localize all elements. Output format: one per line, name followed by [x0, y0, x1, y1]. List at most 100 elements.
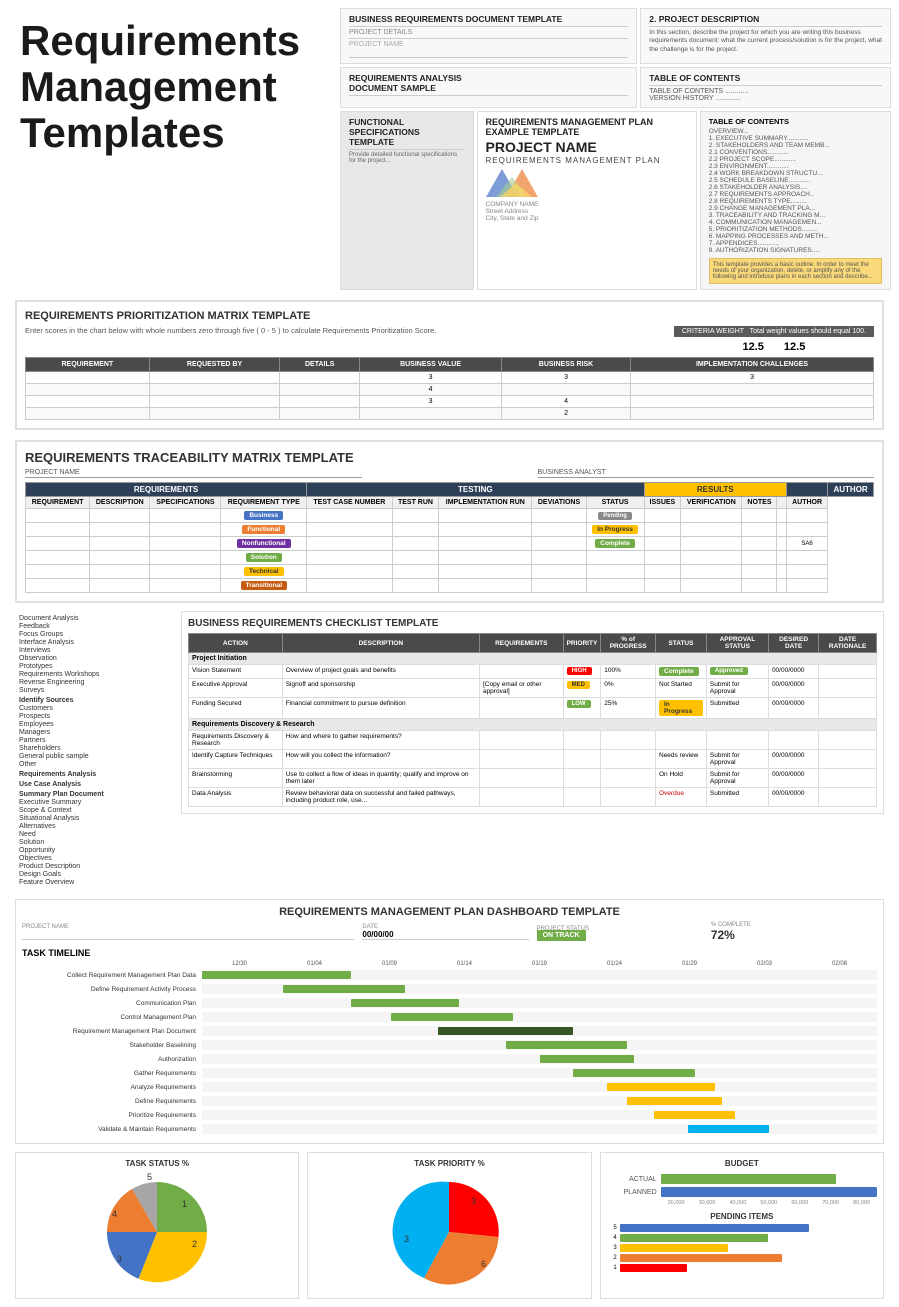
action-approval: Executive Approval: [189, 679, 283, 698]
rmp-toc-item-1: OVERVIEW...: [709, 128, 882, 135]
task-priority-title: TASK PRIORITY %: [314, 1159, 584, 1168]
badge-nonfunctional: Nonfunctional: [237, 539, 291, 548]
rmp-toc-item-8: 2.5 SCHEDULE BASELINE............: [709, 177, 882, 184]
top-area: Requirements Management Templates BUSINE…: [0, 0, 899, 290]
gantt-row-7: Authorization: [22, 1053, 877, 1065]
sidebar-item-focus-groups: Focus Groups: [19, 631, 176, 638]
table-row: Brainstorming Use to collect a flow of i…: [189, 769, 877, 788]
gantt-dates: 12/30 01/04 01/09 01/14 01/19 01/24 01/2…: [202, 961, 877, 967]
gantt-row-1: Collect Requirement Management Plan Data: [22, 969, 877, 981]
rmp-toc-item-15: 5. PRIORITIZATION METHODS.........: [709, 226, 882, 233]
traceability-header: PROJECT NAME BUSINESS ANALYST: [25, 469, 874, 478]
title-area: Requirements Management Templates: [0, 0, 340, 290]
sidebar-customers: Customers: [19, 705, 176, 712]
col-deviations: DEVIATIONS: [532, 497, 586, 509]
sidebar-use-case: Use Case Analysis: [19, 781, 176, 788]
col-approval: APPROVAL STATUS: [706, 634, 768, 653]
sidebar-item-interface: Interface Analysis: [19, 639, 176, 646]
col-desc: DESCRIPTION: [90, 497, 150, 509]
rmp-address: Street Address: [486, 208, 688, 215]
sidebar-column: Document Analysis Feedback Focus Groups …: [15, 611, 175, 891]
func-spec-body: Provide detailed functional specificatio…: [349, 152, 465, 164]
sidebar-employees: Employees: [19, 721, 176, 728]
sidebar-feature-overview: Feature Overview: [19, 879, 176, 886]
toc-item1: TABLE OF CONTENTS ............: [649, 88, 882, 95]
gantt-row-8: Gather Requirements: [22, 1067, 877, 1079]
project-desc-card: 2. PROJECT DESCRIPTION In this section, …: [640, 8, 891, 64]
gantt-row-5: Requirement Management Plan Document: [22, 1025, 877, 1037]
rad-title: REQUIREMENTS ANALYSIS DOCUMENT SAMPLE: [349, 73, 628, 96]
dash-date: DATE 00/00/00: [362, 924, 528, 940]
table-row: Transitional: [26, 579, 874, 593]
rmp-toc-item-6: 2.3 ENVIRONMENT............: [709, 163, 882, 170]
sidebar-exec-summary: Executive Summary: [19, 799, 176, 806]
col-rationale: DATE RATIONALE: [819, 634, 877, 653]
priority-label-6: 6: [481, 1259, 486, 1269]
col-action: ACTION: [189, 634, 283, 653]
group-discovery: Requirements Discovery & Research: [189, 719, 877, 731]
dash-complete: % COMPLETE 72%: [711, 922, 877, 942]
rmp-toc-item-16: 6. MAPPING PROCESSES AND METH...: [709, 233, 882, 240]
project-desc-body: In this section, describe the project fo…: [649, 29, 882, 54]
priority-low: LOW: [567, 700, 591, 708]
dashboard-title: REQUIREMENTS MANAGEMENT PLAN DASHBOARD T…: [22, 906, 877, 918]
checklist-section: BUSINESS REQUIREMENTS CHECKLIST TEMPLATE…: [181, 611, 884, 814]
matrix-section: REQUIREMENTS PRIORITIZATION MATRIX TEMPL…: [15, 300, 884, 430]
gantt-row-3: Communication Plan: [22, 997, 877, 1009]
table-row: Nonfunctional Complete SA6: [26, 537, 874, 551]
sidebar-alternatives: Alternatives: [19, 823, 176, 830]
docs-row2: REQUIREMENTS ANALYSIS DOCUMENT SAMPLE TA…: [340, 67, 891, 108]
docs-row1: BUSINESS REQUIREMENTS DOCUMENT TEMPLATE …: [340, 8, 891, 64]
col-verification: VERIFICATION: [681, 497, 742, 509]
brd-field: PROJECT NAME: [349, 41, 628, 48]
project-desc-title: 2. PROJECT DESCRIPTION: [649, 14, 882, 27]
sidebar-situational: Situational Analysis: [19, 815, 176, 822]
task-status-title: TASK STATUS %: [22, 1159, 292, 1168]
table-row: Functional In Progress: [26, 523, 874, 537]
table-group-header-2: Requirements Discovery & Research: [189, 719, 877, 731]
gantt-row-12: Validate & Maintain Requirements: [22, 1123, 877, 1135]
gantt-title: TASK TIMELINE: [22, 948, 877, 958]
action-vision: Vision Statement: [189, 665, 283, 679]
table-row: Solution: [26, 551, 874, 565]
budget-axis: 20,000 30,000 40,000 50,000 60,000 70,00…: [661, 1200, 877, 1206]
sidebar-item-doc-analysis: Document Analysis: [19, 615, 176, 622]
col-specs: SPECIFICATIONS: [150, 497, 221, 509]
brd-card: BUSINESS REQUIREMENTS DOCUMENT TEMPLATE …: [340, 8, 637, 64]
rmp-project-name: PROJECT NAME: [486, 139, 688, 155]
gantt-bar-6: [506, 1041, 628, 1049]
action-discovery: Requirements Discovery & Research: [189, 731, 283, 750]
col-status: STATUS: [586, 497, 644, 509]
pending-bar-3: [620, 1244, 728, 1252]
desc-funding: Financial commitment to pursue definitio…: [282, 698, 479, 719]
status-inprogress: In Progress: [592, 525, 638, 534]
sidebar-item-feedback: Feedback: [19, 623, 176, 630]
sidebar-item-reverse: Reverse Engineering: [19, 679, 176, 686]
score1: 12.5: [742, 341, 763, 353]
gantt-bar-2: [283, 985, 405, 993]
pending-section: PENDING ITEMS 5 4 3 2: [607, 1212, 877, 1272]
sidebar-scope: Scope & Context: [19, 807, 176, 814]
budget-title: BUDGET: [607, 1159, 877, 1168]
col-empty: [777, 497, 787, 509]
badge-transitional: Transitional: [241, 581, 287, 590]
col-requirement: REQUIREMENT: [26, 358, 150, 372]
col-business-value: BUSINESS VALUE: [360, 358, 502, 372]
col-details: DETAILS: [280, 358, 360, 372]
pending-bar-5: [620, 1224, 809, 1232]
col-author-header: [786, 483, 827, 497]
budget-planned-bar: [661, 1187, 877, 1197]
table-group-header: Project Initiation: [189, 653, 877, 665]
col-status: STATUS: [656, 634, 707, 653]
sidebar-solution: Solution: [19, 839, 176, 846]
col-impl-run: IMPLEMENTATION RUN: [439, 497, 532, 509]
docs-row3: FUNCTIONAL SPECIFICATIONS TEMPLATE Provi…: [340, 111, 891, 290]
table-row: Requirements Discovery & Research How an…: [189, 731, 877, 750]
col-date: DESIRED DATE: [768, 634, 818, 653]
col-req: REQUIREMENT: [26, 497, 90, 509]
rmp-toc-item-3: 2. STAKEHOLDERS AND TEAM MEMB...: [709, 142, 882, 149]
pending-row-1: 1: [607, 1264, 877, 1272]
table-row: Identify Capture Techniques How will you…: [189, 750, 877, 769]
toc-title: TABLE OF CONTENTS: [649, 73, 882, 86]
priority-med: MED: [567, 681, 590, 689]
